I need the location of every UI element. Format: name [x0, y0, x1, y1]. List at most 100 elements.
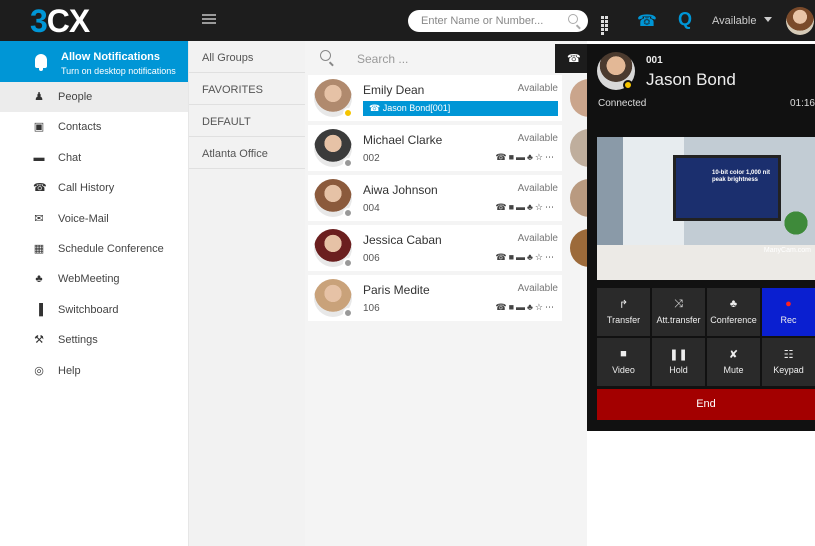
video-icon[interactable]: ■ [509, 202, 516, 212]
contact-name: Jessica Caban [363, 233, 442, 247]
dialpad-grid-icon[interactable] [601, 16, 612, 35]
group-icon: ♣ [35, 273, 43, 286]
phone-icon[interactable]: ☎ [637, 11, 657, 31]
contact-actions: ☎■▬♣☆⋯ [495, 202, 556, 213]
queue-icon[interactable]: Q [678, 9, 692, 30]
call-button-label: Transfer [606, 315, 641, 325]
menu-toggle-icon[interactable] [202, 14, 216, 26]
more-icon[interactable]: ⋯ [545, 202, 556, 212]
conference-button[interactable]: ♣ Conference [707, 288, 760, 336]
sidebar-item-help[interactable]: ◎ Help [0, 356, 188, 386]
sidebar-item-voice-mail[interactable]: ✉ Voice-Mail [0, 204, 188, 234]
sidebar-item-call-history[interactable]: ☎ Call History [0, 173, 188, 203]
sidebar-item-label: People [58, 91, 93, 103]
hold-button[interactable]: ❚❚ Hold [652, 338, 705, 386]
group-item[interactable]: FAVORITES [189, 73, 305, 105]
sidebar-item-label: WebMeeting [58, 273, 120, 286]
sidebar-nav: ♟ People ▣ Contacts ▬ Chat ☎ Call History ✉ Voice… [0, 82, 188, 386]
group-item[interactable]: Atlanta Office [189, 137, 305, 169]
contact-row[interactable]: Emily Dean Available ☎ Jason Bond[001] [308, 75, 562, 121]
sidebar-item-label: Schedule Conference [58, 242, 164, 255]
contact-status: Available [517, 283, 558, 294]
keypad-button[interactable]: ☷ Keypad [762, 338, 815, 386]
call-icon[interactable]: ☎ [495, 202, 508, 212]
video-button[interactable]: ■ Video [597, 338, 650, 386]
video-watermark: ManyCam.com [763, 247, 811, 254]
contact-status: Available [517, 183, 558, 194]
sidebar-item-label: Voice-Mail [58, 212, 109, 225]
star-icon[interactable]: ☆ [535, 202, 545, 212]
group-item[interactable]: All Groups [189, 41, 305, 73]
video-stream[interactable]: 10-bit color 1,000 nit peak brightness M… [597, 137, 815, 280]
group-item[interactable]: DEFAULT [189, 105, 305, 137]
sidebar-item-people[interactable]: ♟ People [0, 82, 188, 113]
att-transfer-button[interactable]: ⤨ Att.transfer [652, 288, 705, 336]
call-icon[interactable]: ☎ [495, 152, 508, 162]
video-icon[interactable]: ■ [509, 152, 516, 162]
chat-icon[interactable]: ▬ [516, 152, 527, 162]
conference-icon[interactable]: ♣ [527, 152, 535, 162]
contact-search-input[interactable]: Search ... [305, 41, 587, 75]
contact-row[interactable]: Jessica Caban Available 006 ☎■▬♣☆⋯ [308, 225, 562, 271]
rec-button[interactable]: ● Rec [762, 288, 815, 336]
contact-actions: ☎■▬♣☆⋯ [495, 152, 556, 163]
mute-button[interactable]: ✘ Mute [707, 338, 760, 386]
contact-row[interactable]: Aiwa Johnson Available 004 ☎■▬♣☆⋯ [308, 175, 562, 221]
conference-icon: ♣ [729, 298, 738, 310]
chat-icon[interactable]: ▬ [516, 302, 527, 312]
star-icon[interactable]: ☆ [535, 152, 545, 162]
search-placeholder: Enter Name or Number... [421, 15, 544, 27]
more-icon[interactable]: ⋯ [545, 302, 556, 312]
logo-suffix: CX [46, 3, 90, 39]
star-icon[interactable]: ☆ [535, 302, 545, 312]
phone-icon: ☎ [369, 103, 383, 113]
sidebar-item-switchboard[interactable]: ▐ Switchboard [0, 295, 188, 325]
conference-icon[interactable]: ♣ [527, 202, 535, 212]
status-dropdown[interactable]: Available [712, 15, 773, 27]
end-call-button[interactable]: End [597, 389, 815, 420]
chat-icon[interactable]: ▬ [516, 202, 527, 212]
contact-row[interactable]: Michael Clarke Available 002 ☎■▬♣☆⋯ [308, 125, 562, 171]
video-icon[interactable]: ■ [509, 252, 516, 262]
call-button-label: Rec [780, 315, 797, 325]
app-logo[interactable]: 3CX [30, 3, 90, 39]
sidebar-item-settings[interactable]: ⚒ Settings [0, 325, 188, 355]
conference-icon[interactable]: ♣ [527, 252, 535, 262]
allow-notifications-banner[interactable]: Allow Notifications Turn on desktop noti… [0, 41, 188, 82]
transfer-button[interactable]: ↱ Transfer [597, 288, 650, 336]
presence-dot [343, 208, 353, 218]
more-icon[interactable]: ⋯ [545, 152, 556, 162]
sidebar-item-contacts[interactable]: ▣ Contacts [0, 112, 188, 142]
search-icon[interactable] [568, 14, 578, 24]
sidebar-item-chat[interactable]: ▬ Chat [0, 143, 188, 173]
call-icon[interactable]: ☎ [495, 302, 508, 312]
video-icon[interactable]: ■ [509, 302, 516, 312]
contacts-icon: ▣ [33, 121, 45, 134]
bell-icon [35, 54, 47, 71]
contact-row[interactable]: Paris Medite Available 106 ☎■▬♣☆⋯ [308, 275, 562, 321]
active-call-tab[interactable]: ☎ [555, 44, 587, 73]
call-button-label: Att.transfer [656, 315, 701, 325]
chat-icon[interactable]: ▬ [516, 252, 527, 262]
sidebar-item-schedule-conference[interactable]: ▦ Schedule Conference [0, 234, 188, 264]
call-panel: 001 Jason Bond Connected 01:16 10-bit co… [587, 44, 815, 431]
star-icon[interactable]: ☆ [535, 252, 545, 262]
sidebar-item-webmeeting[interactable]: ♣ WebMeeting [0, 264, 188, 294]
contact-extension: 106 [363, 303, 380, 314]
notification-title: Allow Notifications [61, 51, 160, 63]
global-search-input[interactable]: Enter Name or Number... [408, 10, 588, 32]
call-button-label: Conference [710, 315, 757, 325]
call-button-label: Hold [669, 365, 688, 375]
call-icon[interactable]: ☎ [495, 252, 508, 262]
contact-name: Paris Medite [363, 283, 430, 297]
chevron-down-icon [764, 17, 773, 22]
top-bar: 3CX Enter Name or Number... ☎ Q Availabl… [0, 0, 815, 41]
notification-subtitle: Turn on desktop notifications [61, 66, 176, 76]
contact-status: Available [517, 83, 558, 94]
conference-icon[interactable]: ♣ [527, 302, 535, 312]
user-avatar[interactable] [786, 7, 814, 35]
more-icon[interactable]: ⋯ [545, 252, 556, 262]
sidebar-item-label: Chat [58, 151, 82, 164]
call-status: Connected [598, 98, 647, 109]
active-call-bar[interactable]: ☎ Jason Bond[001] [363, 101, 558, 116]
